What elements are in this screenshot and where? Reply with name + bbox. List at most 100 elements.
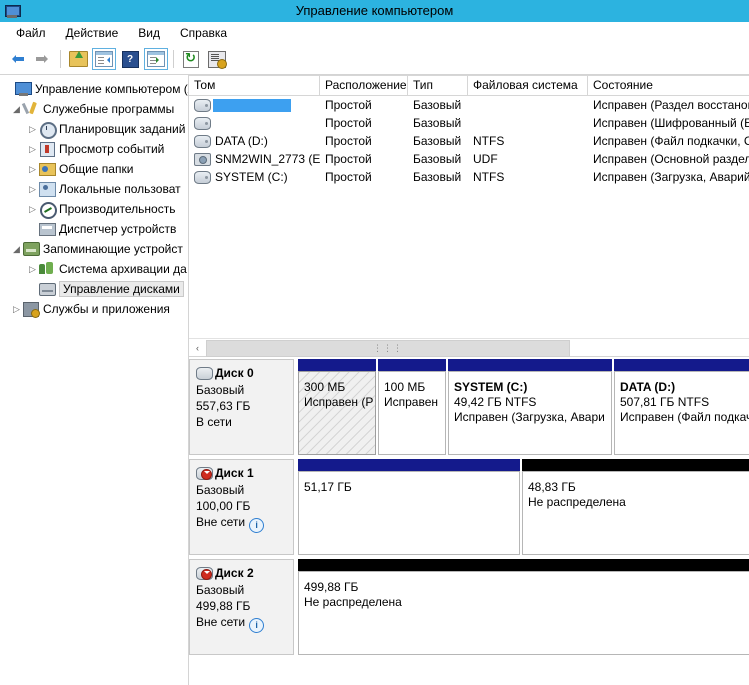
- volume-list-horizontal-scrollbar[interactable]: ‹ ⋮⋮⋮: [189, 338, 749, 357]
- sidebar-item-8[interactable]: ◢ Запоминающие устройст: [0, 239, 188, 259]
- partition-color-bar: [522, 459, 749, 471]
- computer-icon: [15, 81, 32, 97]
- sidebar-item-1[interactable]: ◢ Служебные программы: [0, 99, 188, 119]
- partition-size: 48,83 ГБ: [528, 480, 576, 494]
- column-header-4[interactable]: Состояние: [588, 76, 749, 95]
- info-icon[interactable]: i: [249, 518, 265, 533]
- partition-body: DATA (D:) 507,81 ГБ NTFS Исправен (Файл по…: [614, 371, 749, 455]
- sidebar-item-7[interactable]: Диспетчер устройств: [0, 219, 188, 239]
- volume-fs-cell: NTFS: [473, 134, 505, 148]
- sidebar-item-label: Общие папки: [59, 162, 134, 176]
- back-button[interactable]: [4, 47, 30, 71]
- hdd-volume-icon: [194, 98, 211, 112]
- volume-type-cell: Базовый: [413, 152, 462, 166]
- folder-up-icon: [68, 51, 88, 67]
- tree-expander-icon[interactable]: ▷: [26, 179, 39, 199]
- disk-info-panel[interactable]: Диск 1 Базовый 100,00 ГБ Вне сети i: [189, 459, 294, 555]
- menu-item-view[interactable]: Вид: [128, 24, 170, 42]
- sidebar-item-label: Производительность: [59, 202, 176, 216]
- disk-row-2: Диск 2 Базовый 499,88 ГБ Вне сети i 499,88 ГБ…: [189, 559, 749, 655]
- sidebar-item-11[interactable]: ▷ Службы и приложения: [0, 299, 188, 319]
- help-button[interactable]: ?: [117, 47, 143, 71]
- table-row[interactable]: Простой Базовый Исправен (Шифрованный (E: [189, 114, 749, 132]
- table-row[interactable]: SNM2WIN_2773 (E:) Простой Базовый UDF Исправ…: [189, 150, 749, 168]
- volume-list-rows: Простой Базовый Исправен (Раздел восстанов…: [189, 96, 749, 338]
- properties-button[interactable]: [204, 47, 230, 71]
- table-row[interactable]: Простой Базовый Исправен (Раздел восстанов…: [189, 96, 749, 114]
- partition-3[interactable]: DATA (D:) 507,81 ГБ NTFS Исправен (Файл по…: [614, 359, 749, 455]
- table-row[interactable]: DATA (D:) Простой Базовый NTFS Исправен (Фай…: [189, 132, 749, 150]
- tree-expander-icon[interactable]: ▷: [26, 199, 39, 219]
- disk-state: Вне сети i: [196, 614, 293, 633]
- column-header-0[interactable]: Том: [189, 76, 320, 95]
- window-title: Управление компьютером: [295, 3, 454, 18]
- sidebar-item-9[interactable]: ▷ Система архивации да: [0, 259, 188, 279]
- tree-expander-icon[interactable]: ◢: [10, 99, 23, 119]
- partition-0[interactable]: 300 МБ Исправен (Р: [298, 359, 376, 455]
- partition-0[interactable]: 499,88 ГБ Не распределена: [298, 559, 749, 655]
- partition-strip: 499,88 ГБ Не распределена: [294, 559, 749, 655]
- refresh-button[interactable]: [178, 47, 204, 71]
- volume-type-cell: Базовый: [413, 116, 462, 130]
- partition-size: 300 МБ: [304, 380, 346, 394]
- tree-expander-icon[interactable]: ◢: [10, 239, 23, 259]
- column-header-2[interactable]: Тип: [408, 76, 468, 95]
- menu-item-action[interactable]: Действие: [56, 24, 129, 42]
- partition-0[interactable]: 51,17 ГБ: [298, 459, 520, 555]
- partition-size: 51,17 ГБ: [304, 480, 352, 494]
- partition-1[interactable]: 100 МБ Исправен: [378, 359, 446, 455]
- disk-size: 499,88 ГБ: [196, 599, 251, 613]
- show-hide-action-pane-button[interactable]: [143, 47, 169, 71]
- partition-1[interactable]: 48,83 ГБ Не распределена: [522, 459, 749, 555]
- hdd-volume-icon: [194, 116, 211, 130]
- table-row[interactable]: SYSTEM (C:) Простой Базовый NTFS Исправен (З…: [189, 168, 749, 186]
- menu-item-file[interactable]: Файл: [6, 24, 56, 42]
- sidebar-item-5[interactable]: ▷ Локальные пользоват: [0, 179, 188, 199]
- tree-expander-icon[interactable]: ▷: [26, 119, 39, 139]
- partition-color-bar: [614, 359, 749, 371]
- cd-volume-icon: [194, 152, 211, 166]
- sidebar-item-3[interactable]: ▷ Просмотр событий: [0, 139, 188, 159]
- refresh-icon: [183, 50, 199, 68]
- tree-expander-icon[interactable]: ▷: [26, 139, 39, 159]
- partition-color-bar: [298, 459, 520, 471]
- scrollbar-thumb[interactable]: ⋮⋮⋮: [206, 340, 570, 357]
- volume-type-cell: Базовый: [413, 134, 462, 148]
- volume-name-cell: SNM2WIN_2773 (E:): [189, 152, 320, 166]
- scroll-left-button[interactable]: ‹: [189, 340, 206, 355]
- services-icon: [23, 301, 40, 318]
- forward-button[interactable]: [30, 47, 56, 71]
- local-users-icon: [39, 181, 56, 197]
- sidebar-item-10[interactable]: Управление дисками: [0, 279, 188, 299]
- tree-expander-icon[interactable]: ▷: [10, 299, 23, 319]
- partition-body: SYSTEM (C:) 49,42 ГБ NTFS Исправен (Загруз…: [448, 371, 612, 455]
- disk-state: Вне сети i: [196, 514, 293, 533]
- partition-size: 507,81 ГБ NTFS: [620, 395, 710, 409]
- info-icon[interactable]: i: [249, 618, 265, 633]
- column-header-1[interactable]: Расположение: [320, 76, 408, 95]
- volume-status-cell: Исправен (Файл подкачки, С: [593, 134, 749, 148]
- partition-body: 51,17 ГБ: [298, 471, 520, 555]
- back-arrow-icon: [8, 52, 26, 66]
- sidebar-item-6[interactable]: ▷ Производительность: [0, 199, 188, 219]
- up-folder-button[interactable]: [65, 47, 91, 71]
- disk-info-panel[interactable]: Диск 0 Базовый 557,63 ГБ В сети: [189, 359, 294, 455]
- scrollbar-track[interactable]: ⋮⋮⋮: [206, 340, 749, 357]
- volume-name-cell: SYSTEM (C:): [189, 170, 320, 184]
- column-header-3[interactable]: Файловая система: [468, 76, 588, 95]
- tree-expander-icon[interactable]: ▷: [26, 159, 39, 179]
- show-hide-console-tree-button[interactable]: [91, 47, 117, 71]
- disk-row-0: Диск 0 Базовый 557,63 ГБ В сети 300 МБ Исправ…: [189, 359, 749, 455]
- tools-icon: [23, 101, 40, 117]
- disk-info-panel[interactable]: Диск 2 Базовый 499,88 ГБ Вне сети i: [189, 559, 294, 655]
- sidebar-item-4[interactable]: ▷ Общие папки: [0, 159, 188, 179]
- partition-2[interactable]: SYSTEM (C:) 49,42 ГБ NTFS Исправен (Загруз…: [448, 359, 612, 455]
- device-manager-icon: [39, 221, 56, 237]
- disk-title: Диск 2: [215, 566, 254, 580]
- tree-expander-icon[interactable]: ▷: [26, 259, 39, 279]
- sidebar-item-0[interactable]: Управление компьютером (л: [0, 79, 188, 99]
- disk-management-icon: [39, 281, 56, 297]
- sidebar-item-2[interactable]: ▷ Планировщик заданий: [0, 119, 188, 139]
- menu-item-help[interactable]: Справка: [170, 24, 237, 42]
- console-tree-icon: [95, 51, 113, 67]
